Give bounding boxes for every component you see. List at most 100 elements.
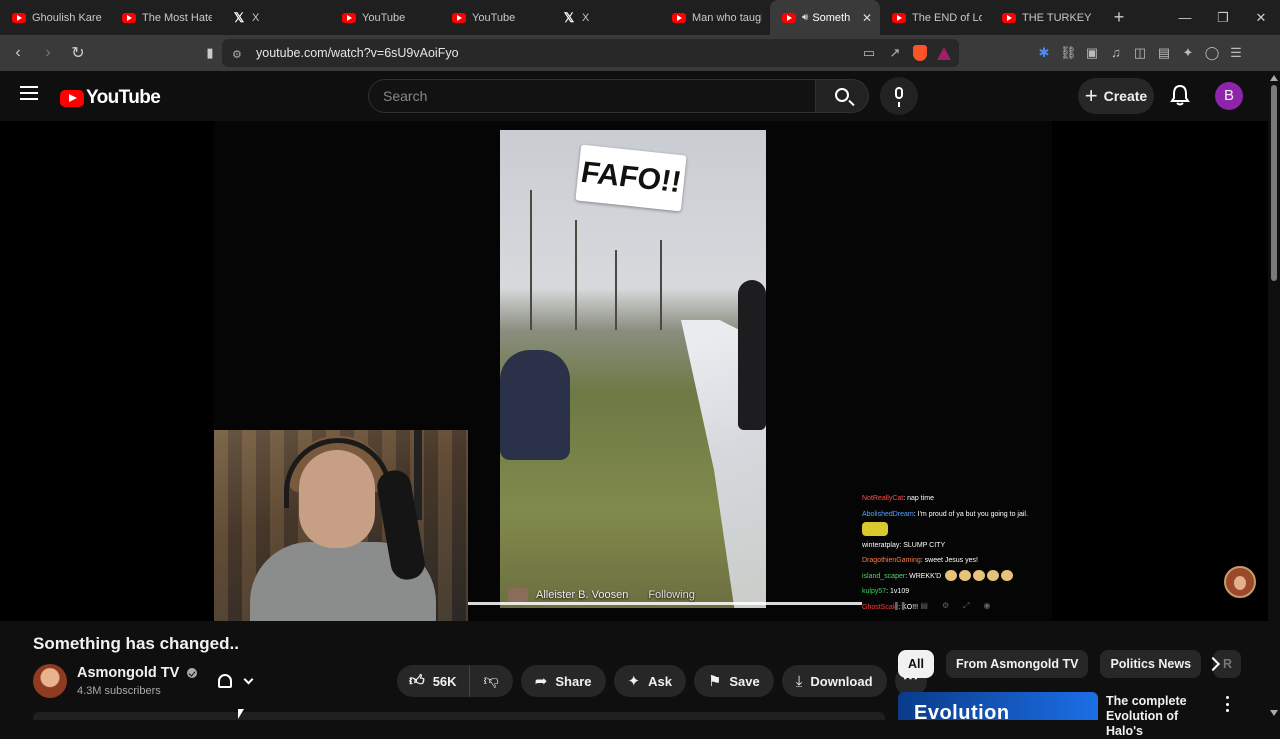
share-button[interactable]: ➦ Share bbox=[520, 665, 606, 697]
floating-channel-avatar[interactable] bbox=[1224, 566, 1256, 598]
chevron-down-icon bbox=[243, 674, 254, 684]
description-box[interactable] bbox=[33, 712, 885, 720]
filter-chip[interactable]: Politics News bbox=[1100, 650, 1202, 678]
chat-username: DragothienGaming bbox=[862, 557, 921, 564]
sticker-text: FAFO!! bbox=[578, 155, 684, 200]
reload-icon[interactable]: ↻ bbox=[66, 43, 90, 63]
clip-caption: Alleister B. Voosen Following bbox=[508, 588, 695, 602]
subscriber-count: 4.3M subscribers bbox=[77, 685, 161, 697]
subscription-notifications-button[interactable] bbox=[206, 665, 264, 697]
channel-name-row[interactable]: Asmongold TV bbox=[77, 665, 198, 681]
back-icon[interactable]: ‹ bbox=[6, 44, 30, 62]
close-window-icon[interactable]: ✕ bbox=[1242, 0, 1280, 35]
bookmark-save-icon: ⚑ bbox=[707, 673, 722, 690]
new-tab-icon[interactable]: + bbox=[1106, 7, 1132, 28]
cast-icon[interactable]: ▭ bbox=[861, 45, 877, 61]
video-actions: 👍︎ 56K 👎︎ ➦ Share ✦ Ask ⚑ Save ⤓ Downloa… bbox=[397, 665, 927, 697]
chips-next-arrow-icon[interactable] bbox=[1204, 654, 1224, 674]
scrollbar-thumb[interactable] bbox=[1271, 85, 1277, 281]
brave-shields-icon[interactable] bbox=[913, 45, 927, 61]
chat-emote-icon bbox=[987, 570, 1000, 582]
browser-toolbar: ‹ › ↻ ▮ ⚙ youtube.com/watch?v=6sU9vAoiFy… bbox=[0, 35, 1280, 71]
youtube-header: YouTube + Create B bbox=[0, 71, 1280, 121]
youtube-icon bbox=[892, 12, 906, 23]
page-scrollbar[interactable] bbox=[1268, 71, 1280, 720]
channel-avatar[interactable] bbox=[33, 664, 67, 698]
sparkle-icon: ✦ bbox=[627, 673, 641, 690]
scroll-down-icon[interactable] bbox=[1270, 710, 1278, 716]
save-label: Save bbox=[729, 673, 760, 689]
forward-icon[interactable]: › bbox=[36, 44, 60, 62]
x-icon: 𝕏 bbox=[233, 9, 245, 25]
leo-ai-icon[interactable]: ✦ bbox=[1180, 45, 1196, 61]
chat-message: winteratplay: SLUMP CITY bbox=[862, 538, 1052, 554]
share-page-icon[interactable]: ↗ bbox=[887, 45, 903, 61]
chat-text: I'm proud of ya but you going to jail. bbox=[917, 510, 1028, 518]
chat-emote-icon bbox=[862, 522, 888, 537]
extensions-puzzle-icon[interactable]: ⛓ bbox=[1060, 45, 1077, 61]
browser-tab-title: THE TURKEY TO bbox=[1022, 11, 1092, 24]
brave-rewards-icon[interactable] bbox=[937, 46, 951, 60]
address-bar[interactable]: ⚙ youtube.com/watch?v=6sU9vAoiFyo ▭ ↗ bbox=[222, 39, 959, 67]
extension-icon[interactable]: ✱ bbox=[1036, 45, 1052, 61]
search-icon bbox=[835, 88, 849, 102]
chat-username: NotReallyCat bbox=[862, 495, 904, 502]
clip-progress-bar bbox=[468, 602, 862, 605]
bookmark-icon[interactable]: ▮ bbox=[198, 45, 222, 61]
browser-tab-title: X bbox=[252, 11, 260, 24]
youtube-logo[interactable]: YouTube bbox=[60, 87, 161, 109]
url-text: youtube.com/watch?v=6sU9vAoiFyo bbox=[256, 46, 459, 60]
screenshot-icon[interactable]: ▣ bbox=[1084, 45, 1100, 61]
ask-label: Ask bbox=[648, 673, 672, 689]
browser-tab[interactable]: 𝕏X bbox=[220, 0, 330, 35]
share-label: Share bbox=[555, 673, 592, 689]
minimize-icon[interactable]: — bbox=[1166, 0, 1204, 35]
browser-tab[interactable]: Man who taugh bbox=[660, 0, 770, 35]
wallet-icon[interactable]: ▤ bbox=[1156, 45, 1172, 61]
dislike-button[interactable]: 👎︎ bbox=[470, 665, 513, 697]
like-button[interactable]: 👍︎ 56K bbox=[397, 665, 470, 697]
browser-tab-title: The END of Lol bbox=[912, 11, 982, 24]
browser-tab[interactable]: 🔊︎ Someth ✕ bbox=[770, 0, 880, 35]
ask-button[interactable]: ✦ Ask bbox=[613, 665, 686, 697]
close-tab-icon[interactable]: ✕ bbox=[862, 11, 872, 25]
create-button[interactable]: + Create bbox=[1078, 78, 1154, 114]
media-icon[interactable]: ♫ bbox=[1108, 45, 1124, 61]
chat-message: island_scaper: WREKK'D bbox=[862, 569, 1052, 585]
sidebar-toggle-icon[interactable]: ◫ bbox=[1132, 45, 1148, 61]
person-figure bbox=[500, 350, 570, 460]
browser-tab[interactable]: YouTube bbox=[440, 0, 550, 35]
notifications-bell-icon[interactable] bbox=[1170, 84, 1190, 106]
channel-name[interactable]: Asmongold TV bbox=[77, 665, 179, 681]
search-button[interactable] bbox=[815, 79, 869, 113]
browser-tab[interactable]: The Most Hated bbox=[110, 0, 220, 35]
related-filter-chips: All From Asmongold TV Politics News R bbox=[898, 650, 1242, 678]
speaker-icon[interactable]: 🔊︎ bbox=[802, 12, 808, 23]
recommended-more-icon[interactable] bbox=[1224, 696, 1230, 712]
youtube-icon bbox=[12, 12, 26, 23]
save-button[interactable]: ⚑ Save bbox=[693, 665, 774, 697]
video-player[interactable]: FAFO!! Alleister B. Voosen Following Not… bbox=[0, 121, 1268, 621]
browser-tab[interactable]: Ghoulish Karen bbox=[0, 0, 110, 35]
microphone-icon bbox=[895, 87, 903, 107]
download-button[interactable]: ⤓ Download bbox=[781, 665, 887, 697]
recommended-video-thumbnail[interactable]: Evolution bbox=[898, 692, 1098, 720]
browser-tab[interactable]: The END of Lol bbox=[880, 0, 990, 35]
voice-search-button[interactable] bbox=[880, 77, 918, 115]
menu-icon[interactable]: ☰ bbox=[1228, 45, 1244, 61]
hamburger-menu-icon[interactable] bbox=[20, 86, 38, 100]
account-avatar[interactable]: B bbox=[1215, 82, 1243, 110]
search-input[interactable] bbox=[369, 80, 815, 112]
browser-tab[interactable]: YouTube bbox=[330, 0, 440, 35]
recommended-video-title[interactable]: The complete Evolution of Halo's bbox=[1106, 694, 1216, 739]
site-settings-icon[interactable]: ⚙ bbox=[232, 48, 246, 61]
restore-icon[interactable]: ❐ bbox=[1204, 0, 1242, 35]
filter-chip[interactable]: All bbox=[898, 650, 934, 678]
window-controls: — ❐ ✕ bbox=[1166, 0, 1280, 35]
filter-chip[interactable]: From Asmongold TV bbox=[945, 650, 1089, 678]
browser-tab[interactable]: 𝕏X bbox=[550, 0, 660, 35]
youtube-play-icon bbox=[60, 89, 84, 107]
scroll-up-icon[interactable] bbox=[1270, 75, 1278, 81]
browser-tab[interactable]: THE TURKEY TO bbox=[990, 0, 1100, 35]
vpn-icon[interactable]: ◯ bbox=[1204, 45, 1220, 61]
